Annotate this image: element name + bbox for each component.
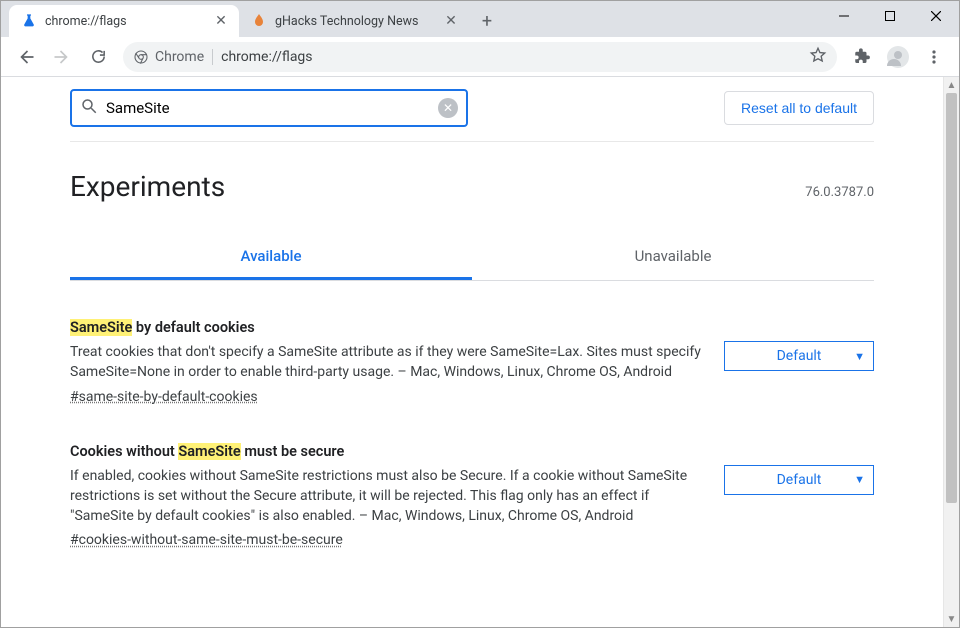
vertical-scrollbar[interactable]: ▲ ▼ bbox=[943, 77, 959, 627]
tab-unavailable[interactable]: Unavailable bbox=[472, 235, 874, 280]
new-tab-button[interactable]: + bbox=[473, 7, 501, 35]
forward-button[interactable] bbox=[45, 42, 79, 72]
tab-title: chrome://flags bbox=[45, 14, 205, 29]
flag-description: If enabled, cookies without SameSite res… bbox=[70, 466, 704, 527]
browser-tab-flags[interactable]: chrome://flags ✕ bbox=[9, 5, 239, 37]
site-info[interactable]: Chrome bbox=[133, 49, 204, 65]
highlight: SameSite bbox=[178, 443, 240, 460]
scroll-down-icon[interactable]: ▼ bbox=[944, 611, 959, 627]
chrome-icon bbox=[133, 49, 149, 65]
chevron-down-icon: ▼ bbox=[854, 473, 865, 486]
browser-tab-ghacks[interactable]: gHacks Technology News ✕ bbox=[239, 5, 469, 37]
tab-title: gHacks Technology News bbox=[275, 14, 435, 29]
url-text: chrome://flags bbox=[221, 49, 809, 65]
flag-title: SameSite by default cookies bbox=[70, 319, 704, 336]
flag-anchor-link[interactable]: #same-site-by-default-cookies bbox=[70, 389, 704, 405]
extensions-button[interactable] bbox=[845, 42, 879, 72]
flag-dropdown-value: Default bbox=[777, 472, 822, 488]
divider bbox=[212, 49, 213, 65]
browser-toolbar: Chrome chrome://flags bbox=[1, 37, 959, 77]
close-icon[interactable]: ✕ bbox=[443, 13, 459, 29]
clear-search-icon[interactable]: ✕ bbox=[438, 98, 458, 118]
tab-strip: chrome://flags ✕ gHacks Technology News … bbox=[1, 1, 959, 37]
version-text: 76.0.3787.0 bbox=[805, 185, 874, 200]
flags-tabs: Available Unavailable bbox=[70, 235, 874, 281]
flag-dropdown-value: Default bbox=[777, 348, 822, 364]
highlight: SameSite bbox=[70, 319, 132, 336]
menu-button[interactable] bbox=[917, 42, 951, 72]
reload-button[interactable] bbox=[81, 42, 115, 72]
page-content: ✕ Reset all to default Experiments 76.0.… bbox=[1, 77, 943, 627]
flag-anchor-link[interactable]: #cookies-without-same-site-must-be-secur… bbox=[70, 532, 704, 548]
flag-title: Cookies without SameSite must be secure bbox=[70, 443, 704, 460]
flags-search-box[interactable]: ✕ bbox=[70, 89, 468, 127]
flag-dropdown[interactable]: Default ▼ bbox=[724, 465, 874, 495]
window-controls bbox=[821, 1, 959, 31]
site-label: Chrome bbox=[155, 49, 204, 65]
flag-description: Treat cookies that don't specify a SameS… bbox=[70, 342, 704, 383]
flags-search-input[interactable] bbox=[106, 99, 430, 117]
maximize-button[interactable] bbox=[867, 1, 913, 31]
ghacks-icon bbox=[251, 13, 267, 29]
page-title: Experiments bbox=[70, 170, 225, 203]
minimize-button[interactable] bbox=[821, 1, 867, 31]
flag-item: SameSite by default cookies Treat cookie… bbox=[70, 281, 874, 405]
reset-all-button[interactable]: Reset all to default bbox=[724, 91, 874, 125]
search-icon bbox=[80, 97, 98, 119]
profile-button[interactable] bbox=[881, 42, 915, 72]
flag-item: Cookies without SameSite must be secure … bbox=[70, 405, 874, 549]
window-close-button[interactable] bbox=[913, 1, 959, 31]
avatar-icon bbox=[887, 46, 909, 68]
close-icon[interactable]: ✕ bbox=[213, 13, 229, 29]
scrollbar-thumb[interactable] bbox=[946, 93, 957, 503]
chevron-down-icon: ▼ bbox=[854, 350, 865, 363]
back-button[interactable] bbox=[9, 42, 43, 72]
tab-available[interactable]: Available bbox=[70, 235, 472, 280]
flask-icon bbox=[21, 13, 37, 29]
flag-dropdown[interactable]: Default ▼ bbox=[724, 341, 874, 371]
scroll-up-icon[interactable]: ▲ bbox=[944, 77, 959, 93]
bookmark-star-icon[interactable] bbox=[809, 46, 827, 68]
address-bar[interactable]: Chrome chrome://flags bbox=[123, 42, 837, 72]
